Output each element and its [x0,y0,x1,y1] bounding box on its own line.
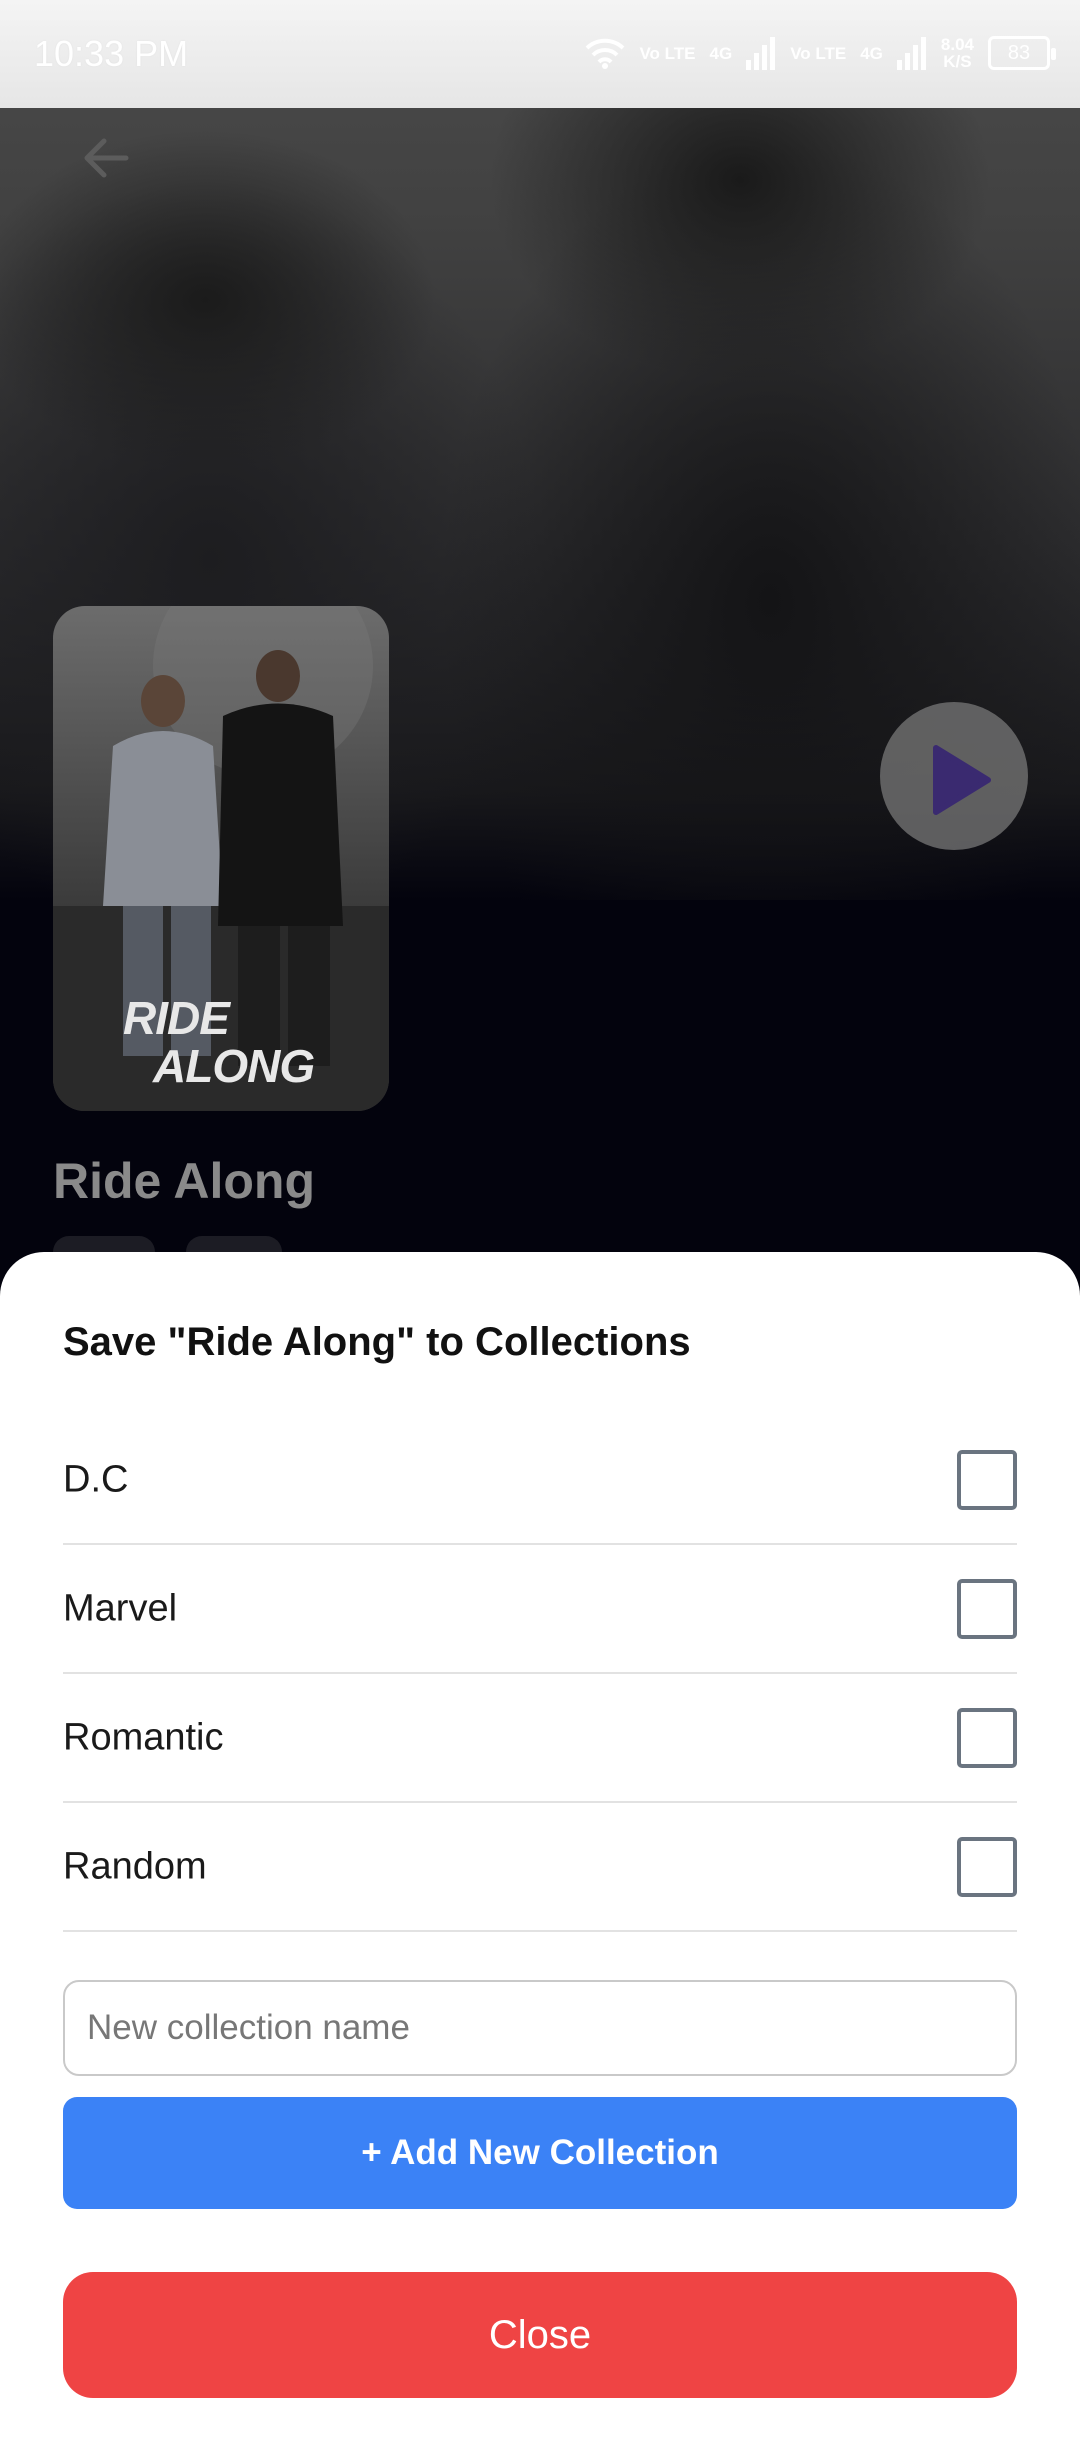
new-collection-input[interactable] [63,1980,1017,2076]
collection-row-romantic[interactable]: Romantic [63,1674,1017,1803]
collection-checkbox[interactable] [957,1578,1017,1639]
add-new-collection-button[interactable]: + Add New Collection [63,2097,1017,2209]
collection-label: Random [63,1845,207,1887]
movie-title: Ride Along [53,1153,316,1209]
collection-label: D.C [63,1458,129,1500]
status-time: 10:33 PM [34,33,189,74]
poster-title-line1: RIDE [123,992,230,1044]
signal-icon-2 [896,37,926,70]
collection-label: Romantic [63,1716,224,1758]
collection-row-marvel[interactable]: Marvel [63,1545,1017,1674]
collection-checkbox[interactable] [957,1449,1017,1510]
sheet-title: Save "Ride Along" to Collections [63,1320,691,1364]
sim1-volte-label: Vo LTE [639,43,696,63]
collection-label: Marvel [63,1587,178,1629]
save-to-collections-sheet: Save "Ride Along" to Collections D.C Mar… [0,1252,1080,2460]
collection-row-random[interactable]: Random [63,1803,1017,1932]
collection-row-dc[interactable]: D.C [63,1416,1017,1545]
poster-title-line2: ALONG [153,1040,315,1092]
play-trailer-button[interactable] [880,702,1028,850]
status-bar: 10:33 PM Vo LTE 4G Vo LTE 4G 8.04 K/S 83 [0,0,1080,108]
collection-checkbox[interactable] [957,1836,1017,1897]
movie-poster: RIDE ALONG [53,606,389,1111]
collection-checkbox[interactable] [957,1707,1017,1768]
close-button[interactable]: Close [63,2272,1017,2398]
signal-icon [746,37,776,70]
net-speed-unit: K/S [943,52,972,71]
back-arrow-icon[interactable] [78,130,134,186]
sim2-volte-label: Vo LTE [790,43,847,63]
battery-level: 83 [1007,42,1031,64]
sim1-network-label: 4G [709,43,733,63]
battery-icon: 83 [988,36,1056,70]
status-icons: Vo LTE 4G Vo LTE 4G 8.04 K/S 83 [585,30,1056,76]
poster-title: RIDE ALONG [123,992,315,1092]
play-icon [933,745,991,815]
wifi-icon [586,38,625,69]
sim2-network-label: 4G [860,43,883,63]
net-speed: 8.04 K/S [941,36,974,70]
